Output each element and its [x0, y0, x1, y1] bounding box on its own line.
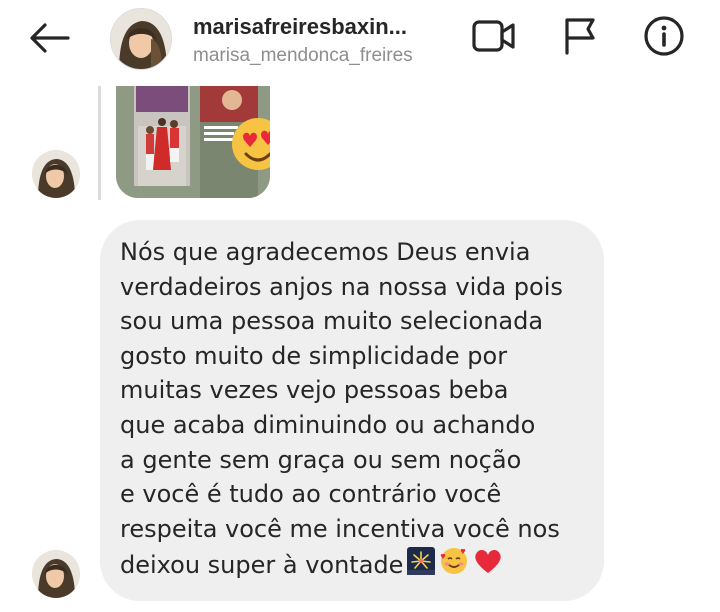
message-bubble[interactable]: Nós que agradecemos Deus envia verdadeir…	[100, 220, 604, 601]
fireworks-icon	[407, 547, 436, 585]
red-heart-icon	[473, 547, 503, 585]
reply-thread-line	[98, 86, 101, 200]
message-line: respeita você me incentiva você nos	[120, 514, 560, 543]
contact-display-name[interactable]: marisafreiresbaxin...	[193, 14, 443, 40]
message-line: sou uma pessoa muito selecionada	[120, 307, 544, 336]
info-button[interactable]	[640, 15, 688, 62]
message-line: gosto muito de simplicidade por	[120, 341, 508, 370]
message-line-text: deixou super à vontade	[120, 551, 404, 580]
story-reply-thumbnail[interactable]	[116, 86, 270, 198]
message-line: verdadeiros anjos na nossa vida pois	[120, 272, 563, 301]
back-button[interactable]	[26, 20, 72, 60]
smiling-face-with-hearts-icon	[439, 546, 469, 586]
contact-username[interactable]: marisa_mendonca_freires	[193, 45, 453, 67]
message-line: Nós que agradecemos Deus envia	[120, 238, 531, 266]
message-line: e você é tudo ao contrário você	[120, 480, 502, 509]
report-button[interactable]	[556, 16, 604, 60]
sender-avatar[interactable]	[32, 550, 80, 598]
video-call-icon	[471, 17, 517, 60]
contact-avatar[interactable]	[110, 8, 172, 70]
info-icon	[643, 15, 685, 62]
message-line-last: deixou super à vontade	[120, 546, 584, 581]
chat-header: marisafreiresbaxin... marisa_mendonca_fr…	[0, 0, 720, 80]
message-line: muitas vezes vejo pessoas beba	[120, 376, 509, 405]
sender-avatar[interactable]	[32, 150, 80, 198]
message-line: que acaba diminuindo ou achando	[120, 410, 536, 439]
message-line: a gente sem graça ou sem noção	[120, 445, 522, 474]
flag-icon	[560, 16, 600, 61]
back-arrow-icon	[28, 22, 70, 59]
video-call-button[interactable]	[470, 16, 518, 60]
